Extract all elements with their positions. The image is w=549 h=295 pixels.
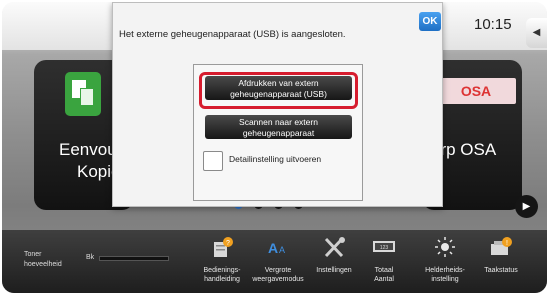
settings-tools-icon xyxy=(324,237,345,258)
copy-icon xyxy=(65,72,101,116)
magnify-text-icon: A A xyxy=(268,240,285,256)
osa-icon: OSA xyxy=(436,78,516,104)
dialog-message: Het externe geheugenapparaat (USB) is aa… xyxy=(119,29,346,40)
settings-button[interactable]: Instellingen xyxy=(309,230,359,293)
detail-setting-label: Detailinstelling uitvoeren xyxy=(229,154,322,164)
ok-button[interactable]: OK xyxy=(419,12,441,31)
brightness-button[interactable]: Helderheids-instelling xyxy=(419,230,471,293)
job-status-button[interactable]: ! Taakstatus xyxy=(476,230,526,293)
print-from-usb-button[interactable]: Afdrukken van extern geheugenapparaat (U… xyxy=(205,76,352,100)
svg-text:!: ! xyxy=(506,240,508,247)
chevron-left-icon: ◀ xyxy=(532,27,541,38)
next-page-button[interactable]: ▶ xyxy=(515,195,538,218)
manual-icon: ? xyxy=(214,237,233,257)
counter-icon: 123 xyxy=(373,241,395,252)
enlarged-display-button[interactable]: A A Vergrote weergavemodus xyxy=(252,230,304,293)
job-status-icon: ! xyxy=(491,237,512,255)
total-count-button[interactable]: 123 Totaal Aantal xyxy=(364,230,404,293)
toner-level-bar xyxy=(99,256,169,261)
total-count-label: Totaal Aantal xyxy=(374,267,394,283)
svg-text:123: 123 xyxy=(380,245,389,251)
usb-connected-dialog: Het externe geheugenapparaat (USB) is aa… xyxy=(112,2,443,207)
toner-label: Toner hoeveelheid xyxy=(24,251,62,268)
svg-text:?: ? xyxy=(226,240,230,247)
clock: 10:15 xyxy=(474,16,512,33)
detail-setting-checkbox[interactable] xyxy=(203,151,223,171)
side-panel-tab[interactable]: ◀ xyxy=(526,18,547,48)
touch-panel-screen: 10:15 ◀ Eenvoud Kopie OSA arp OSA ▶ Tone… xyxy=(2,2,547,293)
enlarged-display-label: Vergrote weergavemodus xyxy=(252,267,304,283)
svg-text:A: A xyxy=(279,245,285,255)
bottom-bar: Toner hoeveelheid Bk ? Bedienings-handle… xyxy=(2,230,547,293)
play-arrow-icon: ▶ xyxy=(522,201,531,212)
operation-guide-button[interactable]: ? Bedienings-handleiding xyxy=(197,230,247,293)
svg-text:A: A xyxy=(268,240,278,256)
operation-guide-label: Bedienings-handleiding xyxy=(203,267,241,283)
settings-label: Instellingen xyxy=(316,267,352,274)
brightness-label: Helderheids-instelling xyxy=(425,267,465,283)
scan-to-usb-button[interactable]: Scannen naar extern geheugenapparaat xyxy=(205,115,352,139)
brightness-icon xyxy=(435,237,455,257)
toner-bk-label: Bk xyxy=(86,254,95,261)
job-status-label: Taakstatus xyxy=(484,267,518,274)
